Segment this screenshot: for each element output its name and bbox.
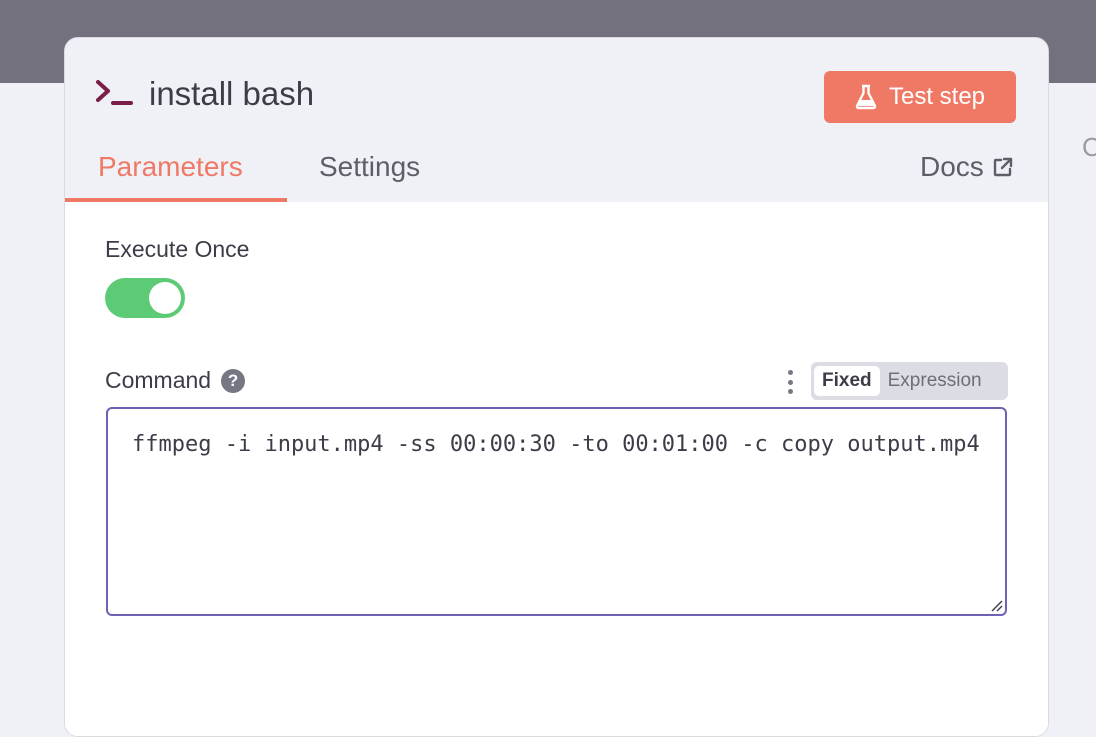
test-step-button[interactable]: Test step	[824, 71, 1016, 123]
parameters-body: Execute Once Command ? Fixed Expression …	[65, 202, 1048, 736]
node-title[interactable]: install bash	[149, 75, 314, 113]
question-circle-icon[interactable]: ?	[221, 368, 246, 393]
docs-label: Docs	[920, 151, 984, 182]
node-settings-panel: install bash Test step Parameters Settin…	[64, 37, 1049, 737]
mode-expression-option[interactable]: Expression	[880, 366, 990, 396]
toggle-knob	[149, 282, 181, 314]
panel-header: install bash Test step Parameters Settin…	[65, 38, 1048, 202]
background-partial-text: C	[1082, 132, 1096, 162]
command-value[interactable]: ffmpeg -i input.mp4 -ss 00:00:30 -to 00:…	[132, 427, 982, 463]
command-label-row: Command ?	[105, 367, 246, 394]
command-label: Command	[105, 367, 212, 393]
execute-once-toggle[interactable]	[105, 278, 185, 318]
resize-handle-icon[interactable]	[989, 598, 1003, 612]
external-link-icon	[993, 157, 1012, 177]
mode-fixed-option[interactable]: Fixed	[814, 366, 880, 396]
fixed-expression-switch: Fixed Expression	[811, 362, 1008, 400]
docs-link[interactable]: Docs	[920, 151, 1014, 183]
command-input[interactable]: ffmpeg -i input.mp4 -ss 00:00:30 -to 00:…	[106, 407, 1007, 616]
options-menu-icon[interactable]	[785, 370, 795, 394]
execute-once-label: Execute Once	[105, 236, 250, 262]
tab-settings[interactable]: Settings	[319, 151, 420, 183]
tab-parameters[interactable]: Parameters	[98, 151, 243, 183]
flask-icon	[855, 84, 877, 110]
test-step-label: Test step	[888, 83, 986, 110]
terminal-icon	[96, 80, 133, 105]
